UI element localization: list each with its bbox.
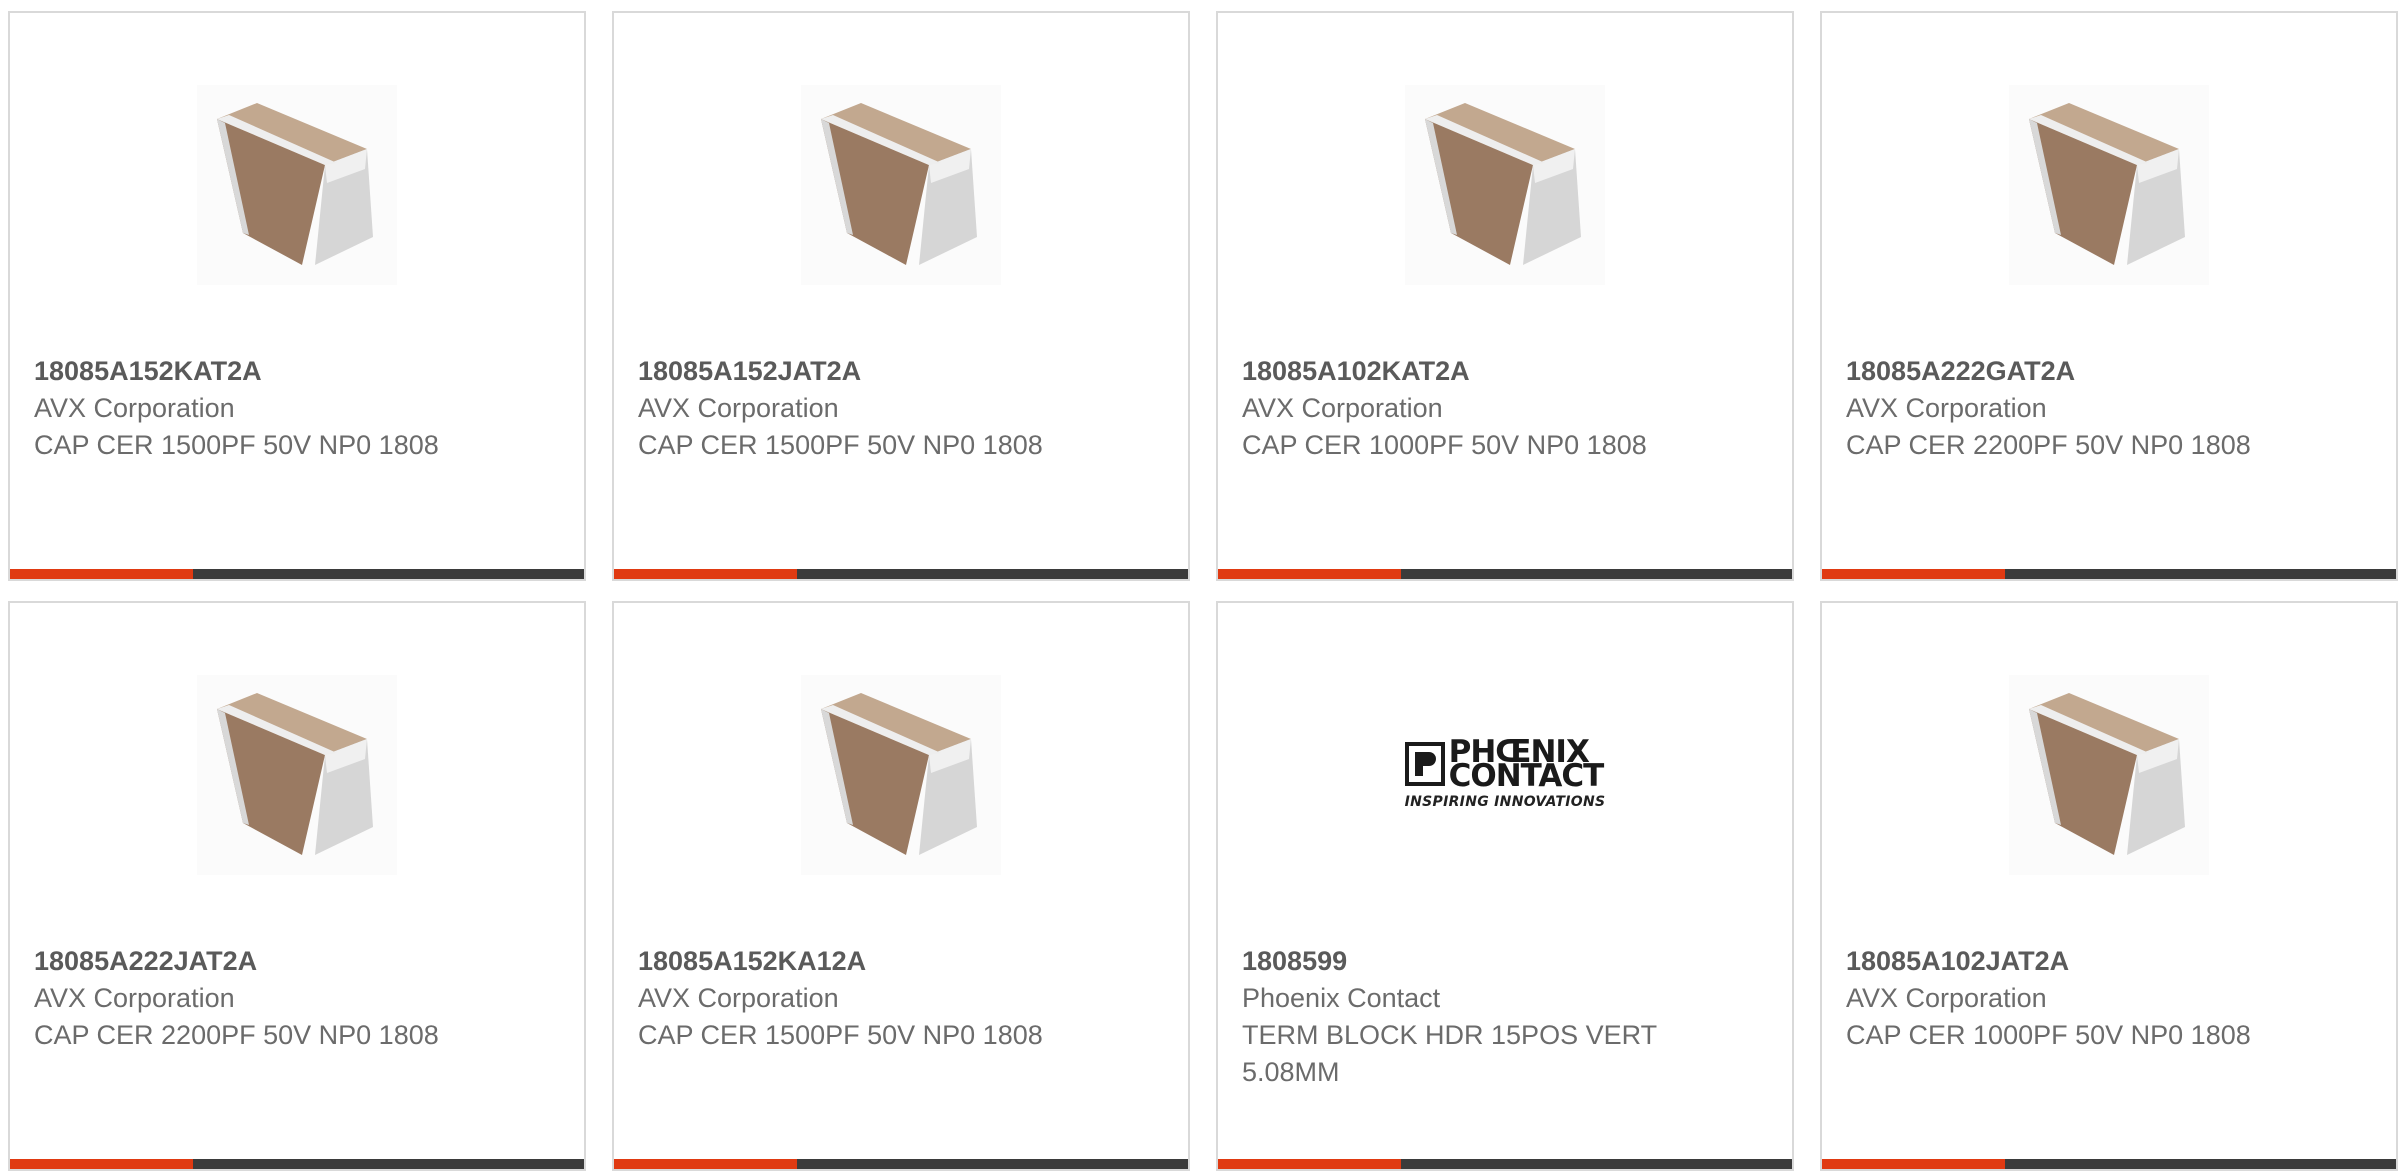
description: CAP CER 2200PF 50V NP0 1808 xyxy=(1846,430,2251,460)
manufacturer: AVX Corporation xyxy=(1846,393,2047,423)
capacitor-chip-icon xyxy=(801,675,1001,875)
card-bar-accent xyxy=(614,569,797,579)
part-number[interactable]: 18085A222GAT2A xyxy=(1846,353,2380,390)
capacitor-chip-icon xyxy=(2009,675,2209,875)
part-number[interactable]: 18085A152JAT2A xyxy=(638,353,1172,390)
card-bar-accent xyxy=(614,1159,797,1169)
product-card[interactable]: 18085A102KAT2A AVX Corporation CAP CER 1… xyxy=(1216,11,1794,581)
card-bar xyxy=(10,569,584,579)
description: CAP CER 1500PF 50V NP0 1808 xyxy=(638,430,1043,460)
logo-tagline: INSPIRING INNOVATIONS xyxy=(1404,794,1606,810)
capacitor-chip-icon xyxy=(197,85,397,285)
capacitor-chip-icon xyxy=(2009,85,2209,285)
product-image xyxy=(1822,75,2396,295)
logo-line-2: CONTACT xyxy=(1448,758,1605,794)
part-number[interactable]: 18085A102KAT2A xyxy=(1242,353,1776,390)
manufacturer: AVX Corporation xyxy=(638,983,839,1013)
manufacturer: Phoenix Contact xyxy=(1242,983,1441,1013)
manufacturer: AVX Corporation xyxy=(34,393,235,423)
card-bar xyxy=(614,1159,1188,1169)
capacitor-chip-icon xyxy=(801,85,1001,285)
card-bar xyxy=(1822,1159,2396,1169)
manufacturer: AVX Corporation xyxy=(34,983,235,1013)
description: CAP CER 1500PF 50V NP0 1808 xyxy=(34,430,439,460)
product-image xyxy=(10,665,584,885)
product-image xyxy=(614,665,1188,885)
card-bar-accent xyxy=(10,1159,193,1169)
product-card[interactable]: 18085A222GAT2A AVX Corporation CAP CER 2… xyxy=(1820,11,2398,581)
product-card[interactable]: 18085A152JAT2A AVX Corporation CAP CER 1… xyxy=(612,11,1190,581)
card-bar xyxy=(1822,569,2396,579)
capacitor-chip-icon xyxy=(197,675,397,875)
product-image xyxy=(1822,665,2396,885)
card-bar xyxy=(1218,1159,1792,1169)
card-bar-accent xyxy=(1218,1159,1401,1169)
product-card[interactable]: 18085A152KAT2A AVX Corporation CAP CER 1… xyxy=(8,11,586,581)
part-number[interactable]: 18085A102JAT2A xyxy=(1846,943,2380,980)
product-card[interactable]: PHŒNIX CONTACT INSPIRING INNOVATIONS 180… xyxy=(1216,601,1794,1171)
part-number[interactable]: 18085A152KA12A xyxy=(638,943,1172,980)
product-image: PHŒNIX CONTACT INSPIRING INNOVATIONS xyxy=(1218,665,1792,885)
product-card[interactable]: 18085A152KA12A AVX Corporation CAP CER 1… xyxy=(612,601,1190,1171)
card-bar xyxy=(614,569,1188,579)
part-number[interactable]: 18085A152KAT2A xyxy=(34,353,568,390)
card-bar-accent xyxy=(1822,1159,2005,1169)
card-bar-accent xyxy=(1218,569,1401,579)
part-number[interactable]: 1808599 xyxy=(1242,943,1776,980)
card-bar-accent xyxy=(1822,569,2005,579)
product-image xyxy=(614,75,1188,295)
card-bar xyxy=(10,1159,584,1169)
description: CAP CER 1500PF 50V NP0 1808 xyxy=(638,1020,1043,1050)
card-bar-accent xyxy=(10,569,193,579)
product-grid: 18085A152KAT2A AVX Corporation CAP CER 1… xyxy=(8,11,2400,1171)
card-bar xyxy=(1218,569,1792,579)
manufacturer: AVX Corporation xyxy=(1242,393,1443,423)
description: CAP CER 2200PF 50V NP0 1808 xyxy=(34,1020,439,1050)
description: TERM BLOCK HDR 15POS VERT 5.08MM xyxy=(1242,1020,1657,1087)
product-image xyxy=(1218,75,1792,295)
phoenix-mark-icon xyxy=(1404,742,1445,786)
description: CAP CER 1000PF 50V NP0 1808 xyxy=(1846,1020,2251,1050)
description: CAP CER 1000PF 50V NP0 1808 xyxy=(1242,430,1647,460)
manufacturer: AVX Corporation xyxy=(638,393,839,423)
manufacturer: AVX Corporation xyxy=(1846,983,2047,1013)
capacitor-chip-icon xyxy=(1405,85,1605,285)
product-card[interactable]: 18085A222JAT2A AVX Corporation CAP CER 2… xyxy=(8,601,586,1171)
part-number[interactable]: 18085A222JAT2A xyxy=(34,943,568,980)
product-image xyxy=(10,75,584,295)
product-card[interactable]: 18085A102JAT2A AVX Corporation CAP CER 1… xyxy=(1820,601,2398,1171)
phoenix-contact-logo: PHŒNIX CONTACT INSPIRING INNOVATIONS xyxy=(1404,737,1606,810)
